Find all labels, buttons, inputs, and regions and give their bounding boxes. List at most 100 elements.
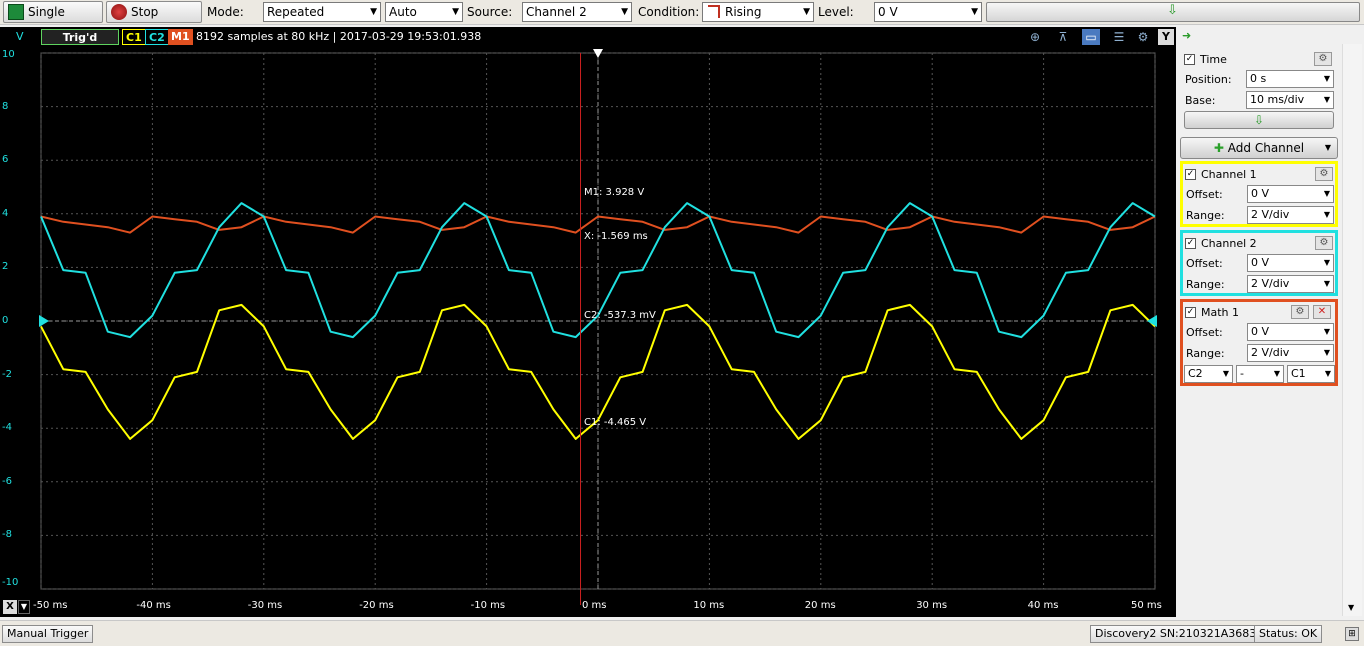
x-tick-label: -20 ms (359, 600, 394, 611)
ch2-offset-select[interactable]: 0 V ▼ (1247, 254, 1334, 272)
y-unit-label: V (16, 30, 24, 43)
channel-1-badge[interactable]: C1 (122, 29, 146, 45)
channel-2-checkbox[interactable]: ✓ (1185, 238, 1196, 249)
list-icon[interactable]: ☰ (1110, 29, 1128, 45)
m1-operand-a-select[interactable]: C2 ▼ (1184, 365, 1233, 383)
cursor-m1-readout: M1: 3.928 V (584, 187, 645, 198)
manual-trigger-button[interactable]: Manual Trigger (2, 625, 94, 643)
sample-info: 8192 samples at 80 kHz | 2017-03-29 19:5… (196, 30, 482, 43)
rising-edge-icon (708, 5, 720, 18)
y-tick-label: -8 (2, 529, 12, 541)
base-select[interactable]: 10 ms/div ▼ (1246, 91, 1334, 109)
ch1-range-select[interactable]: 2 V/div ▼ (1247, 206, 1334, 224)
ch2-range-select[interactable]: 2 V/div ▼ (1247, 275, 1334, 293)
ch1-range-label: Range: (1186, 209, 1225, 222)
slider-handle-icon[interactable]: ⇩ (1167, 3, 1178, 18)
math-1-badge[interactable]: M1 (168, 29, 193, 45)
m1-operator-select[interactable]: - ▼ (1236, 365, 1284, 383)
panel-arrow-icon[interactable]: ➜ (1182, 29, 1191, 42)
plot-header: V Trig'd C1 C2 M1 8192 samples at 80 kHz… (0, 27, 1176, 47)
settings-icon[interactable]: ⚙ (1134, 29, 1152, 45)
plot-area[interactable]: 10 8 6 4 2 0 -2 -4 -6 -8 -10 -50 ms -40 ms -30 ms -20… (0, 47, 1176, 617)
ch2-range-label: Range: (1186, 278, 1225, 291)
m1-operand-a-value: C2 (1188, 367, 1203, 380)
ch2-offset-value: 0 V (1251, 256, 1270, 269)
channel-1-section: ✓ Channel 1 ⚙ Offset: 0 V ▼ Range: 2 V/di… (1180, 161, 1338, 227)
m1-range-select[interactable]: 2 V/div ▼ (1247, 344, 1334, 362)
x-axis-dropdown-icon[interactable]: ▼ (18, 600, 30, 614)
chevron-down-icon: ▼ (1273, 369, 1280, 378)
mode-select[interactable]: Repeated ▼ (263, 2, 381, 22)
single-button[interactable]: Single (3, 1, 103, 23)
ch1-offset-select[interactable]: 0 V ▼ (1247, 185, 1334, 203)
channel-2-settings-icon[interactable]: ⚙ (1315, 236, 1333, 250)
math-1-section: ✓ Math 1 ⚙ ✕ Offset: 0 V ▼ Range: 2 V/div… (1180, 299, 1338, 386)
chevron-down-icon: ▼ (452, 7, 459, 17)
cursor-icon[interactable]: ⊼ (1054, 29, 1072, 45)
y-tick-label: 10 (2, 49, 15, 60)
cursor-c1-readout: C1: -4.465 V (584, 417, 647, 428)
y-tick-label: 0 (2, 315, 9, 326)
m1-operand-b-select[interactable]: C1 ▼ (1287, 365, 1335, 383)
y-tick-label: -10 (2, 577, 19, 588)
channel-1-checkbox[interactable]: ✓ (1185, 169, 1196, 180)
plus-icon: ✚ (1213, 141, 1224, 155)
slider-handle-icon[interactable]: ⇩ (1254, 113, 1264, 127)
status-indicator[interactable]: Status: OK (1254, 625, 1323, 643)
device-info[interactable]: Discovery2 SN:210321A36833 (1090, 625, 1269, 643)
y-axis-button[interactable]: Y (1158, 29, 1174, 45)
chevron-down-icon: ▼ (1222, 369, 1229, 378)
channel-1-settings-icon[interactable]: ⚙ (1315, 167, 1333, 181)
time-checkbox[interactable]: ✓ (1184, 54, 1195, 65)
resize-grip-icon: ⊞ (1345, 627, 1359, 641)
ch1-offset-value: 0 V (1251, 187, 1270, 200)
zoom-icon[interactable]: ⊕ (1026, 29, 1044, 45)
waveform-plot[interactable] (0, 47, 1176, 617)
m1-range-label: Range: (1186, 347, 1225, 360)
source-label: Source: (467, 5, 513, 19)
level-input[interactable]: 0 V ▼ (874, 2, 982, 22)
view-icon[interactable]: ▭ (1082, 29, 1100, 45)
condition-select[interactable]: Rising ▼ (702, 2, 814, 22)
stop-button-label: Stop (131, 5, 159, 19)
level-label: Level: (818, 5, 854, 19)
time-slider[interactable]: ⇩ (1184, 111, 1334, 129)
x-tick-label: -40 ms (136, 600, 171, 611)
auto-select[interactable]: Auto ▼ (385, 2, 463, 22)
chevron-down-icon: ▼ (1323, 189, 1330, 198)
ch1-range-value: 2 V/div (1251, 208, 1290, 221)
status-bar: Manual Trigger Discovery2 SN:210321A3683… (0, 620, 1364, 646)
side-panel: ➜ ✓ Time ⚙ Position: 0 s ▼ Base: 10 ms/di… (1176, 27, 1340, 617)
add-channel-button[interactable]: ✚ Add Channel ▼ (1180, 137, 1338, 159)
math-1-title: Math 1 (1201, 306, 1240, 319)
side-scrollbar[interactable]: ▼ (1342, 44, 1362, 616)
add-channel-label: Add Channel (1227, 141, 1305, 155)
close-icon[interactable]: ✕ (1313, 305, 1331, 319)
math-1-settings-icon[interactable]: ⚙ (1291, 305, 1309, 319)
y-tick-label: 6 (2, 154, 9, 166)
condition-label: Condition: (638, 5, 700, 19)
chevron-down-icon: ▼ (971, 7, 978, 17)
math-1-checkbox[interactable]: ✓ (1185, 307, 1196, 318)
m1-offset-select[interactable]: 0 V ▼ (1247, 323, 1334, 341)
chevron-down-icon: ▼ (803, 7, 810, 17)
x-tick-label: -10 ms (470, 600, 506, 611)
cursor-x-readout: X: -1.569 ms (584, 231, 648, 242)
level-slider[interactable]: ⇩ (986, 2, 1360, 22)
channel-2-badge[interactable]: C2 (145, 29, 169, 45)
mode-select-value: Repeated (267, 5, 325, 19)
x-tick-label: 0 ms (582, 600, 607, 611)
channel-2-title: Channel 2 (1201, 237, 1257, 250)
time-settings-icon[interactable]: ⚙ (1314, 52, 1332, 66)
stop-icon (111, 4, 127, 20)
x-tick-label: -50 ms (33, 600, 68, 611)
base-value: 10 ms/div (1250, 93, 1305, 106)
chevron-down-icon: ▼ (370, 7, 377, 17)
scroll-down-icon[interactable]: ▼ (1348, 603, 1354, 612)
chevron-down-icon: ▼ (1323, 279, 1330, 288)
position-select[interactable]: 0 s ▼ (1246, 70, 1334, 88)
stop-button[interactable]: Stop (106, 1, 202, 23)
source-select[interactable]: Channel 2 ▼ (522, 2, 632, 22)
x-axis-button[interactable]: X (3, 600, 17, 614)
chevron-down-icon: ▼ (1323, 327, 1330, 336)
